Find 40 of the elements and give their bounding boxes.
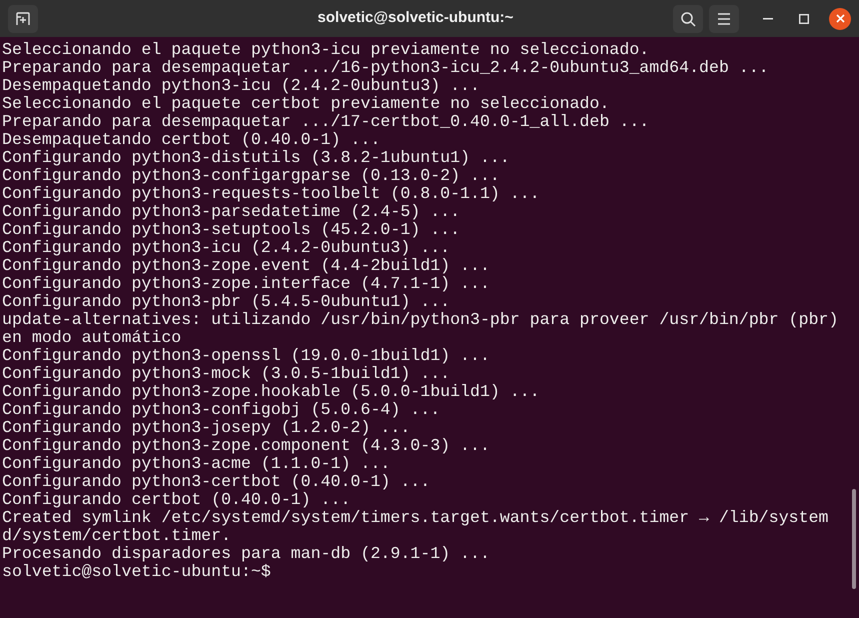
terminal-line: update-alternatives: utilizando /usr/bin/python3-pbr para proveer /usr/bin/pbr (pbr) en modo automático (2, 311, 840, 347)
terminal-line: Desempaquetando python3-icu (2.4.2-0ubuntu3) ... (2, 77, 481, 95)
shell-prompt: solvetic@solvetic-ubuntu:~$ (2, 563, 272, 581)
window-title: solvetic@solvetic-ubuntu:~ (318, 8, 514, 28)
menu-button[interactable] (709, 4, 739, 32)
terminal-line: Configurando python3-pbr (5.4.5-0ubuntu1) ... (2, 293, 452, 311)
close-icon (836, 14, 844, 23)
terminal-line: Preparando para desempaquetar .../16-python3-icu_2.4.2-0ubuntu3_amd64.deb ... (2, 59, 770, 77)
terminal-line: Seleccionando el paquete certbot previamente no seleccionado. (2, 95, 610, 113)
terminal-line: Configurando certbot (0.40.0-1) ... (2, 491, 352, 509)
terminal-line: Configurando python3-acme (1.1.0-1) ... (2, 455, 392, 473)
terminal-line: Configurando python3-zope.interface (4.7.1-1) ... (2, 275, 491, 293)
terminal-line: Configurando python3-josepy (1.2.0-2) ... (2, 419, 412, 437)
terminal-line: Configurando python3-zope.component (4.3.0-3) ... (2, 437, 491, 455)
terminal-line: Seleccionando el paquete python3-icu previamente no seleccionado. (2, 41, 650, 59)
terminal-line: Configurando python3-icu (2.4.2-0ubuntu3) ... (2, 239, 452, 257)
new-tab-button[interactable] (8, 4, 38, 32)
search-icon (680, 10, 696, 26)
terminal-line: Configurando python3-mock (3.0.5-1build1) ... (2, 365, 452, 383)
terminal-line: Configurando python3-distutils (3.8.2-1ubuntu1) ... (2, 149, 511, 167)
terminal-line: Configurando python3-certbot (0.40.0-1) ... (2, 473, 432, 491)
terminal-line: Configurando python3-setuptools (45.2.0-1) ... (2, 221, 462, 239)
terminal-line: Preparando para desempaquetar .../17-certbot_0.40.0-1_all.deb ... (2, 113, 650, 131)
minimize-icon (763, 18, 773, 20)
terminal-line: Desempaquetando certbot (0.40.0-1) ... (2, 131, 382, 149)
terminal-line: Configurando python3-parsedatetime (2.4-5) ... (2, 203, 462, 221)
terminal-line: Configurando python3-openssl (19.0.0-1build1) ... (2, 347, 491, 365)
terminal-line: Configurando python3-zope.event (4.4-2build1) ... (2, 257, 491, 275)
terminal-line: Configurando python3-configargparse (0.13.0-2) ... (2, 167, 501, 185)
scrollbar-thumb[interactable] (852, 489, 856, 589)
menu-icon (717, 12, 731, 24)
new-tab-icon (15, 10, 31, 26)
terminal-line: Configurando python3-zope.hookable (5.0.0-1build1) ... (2, 383, 541, 401)
close-button[interactable] (829, 8, 851, 30)
terminal-line: Created symlink /etc/systemd/system/timers.target.wants/certbot.timer → /lib/systemd/system/certbot.timer. (2, 509, 830, 545)
terminal-line: Procesando disparadores para man-db (2.9.1-1) ... (2, 545, 491, 563)
terminal-line: Configurando python3-requests-toolbelt (0.8.0-1.1) ... (2, 185, 541, 203)
terminal-line: Configurando python3-configobj (5.0.6-4) ... (2, 401, 442, 419)
search-button[interactable] (673, 4, 703, 32)
maximize-icon (799, 14, 809, 24)
